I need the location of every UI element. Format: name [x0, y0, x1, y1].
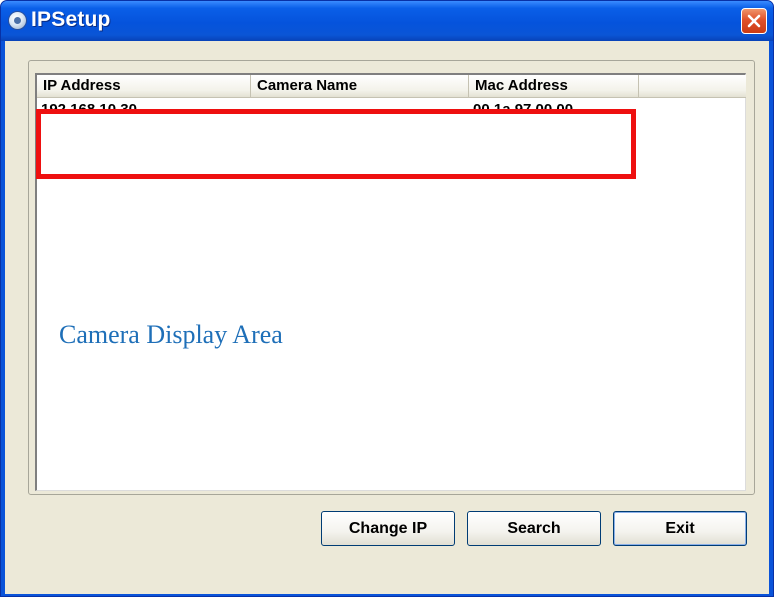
exit-button[interactable]: Exit: [613, 511, 747, 546]
column-header-ip-address[interactable]: IP Address: [37, 75, 251, 97]
cell-camera-name: [251, 99, 469, 121]
camera-list-header: IP Address Camera Name Mac Address: [37, 75, 746, 98]
ipsetup-window: IPSetup IP Address Camera Name Mac Addre…: [0, 0, 774, 597]
cell-ip-address: 192.168.10.30: [41, 101, 137, 118]
search-button[interactable]: Search: [467, 511, 601, 546]
ipsetup-app-icon: [9, 12, 26, 29]
title-bar[interactable]: IPSetup: [1, 1, 773, 41]
dialog-body: IP Address Camera Name Mac Address 192.1…: [5, 41, 769, 594]
camera-display-area-label: Camera Display Area: [59, 320, 283, 349]
column-header-camera-name[interactable]: Camera Name: [251, 75, 469, 97]
change-ip-button[interactable]: Change IP: [321, 511, 455, 546]
cell-mac-address: 00 1a 97 00 00...: [473, 101, 586, 118]
table-row[interactable]: 192.168.10.30 00 1a 97 00 00...: [37, 99, 746, 121]
window-title: IPSetup: [31, 8, 111, 31]
column-header-mac-address[interactable]: Mac Address: [469, 75, 639, 97]
close-button[interactable]: [741, 8, 767, 34]
column-header-filler: [639, 75, 746, 97]
close-icon: [747, 14, 761, 28]
camera-list[interactable]: IP Address Camera Name Mac Address 192.1…: [35, 73, 746, 491]
